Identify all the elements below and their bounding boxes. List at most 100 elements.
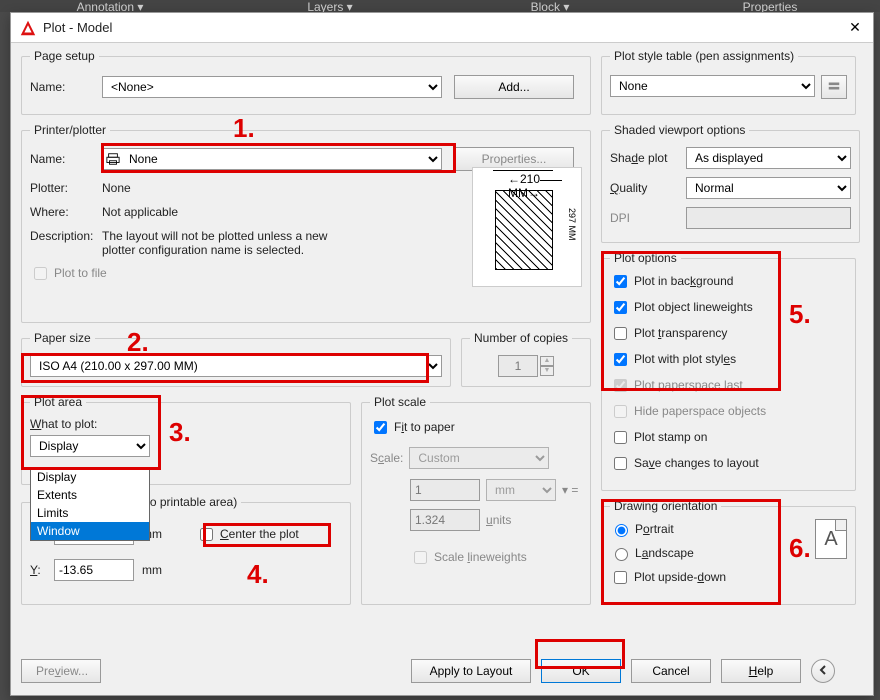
plot-to-file-label: Plot to file: [54, 266, 107, 280]
page-setup-name-label: Name:: [30, 80, 90, 94]
plot-tr-label: Plot transparency: [634, 326, 727, 340]
plotter-label: Plotter:: [30, 181, 90, 195]
plot-lw-label: Plot object lineweights: [634, 300, 753, 314]
plot-ps-label: Plot with plot styles: [634, 352, 736, 366]
dpi-label: DPI: [610, 211, 678, 225]
window-title: Plot - Model: [43, 20, 845, 35]
plot-save-label: Save changes to layout: [634, 456, 759, 470]
plot-lw-checkbox[interactable]: [614, 301, 627, 314]
option-limits[interactable]: Limits: [31, 504, 149, 522]
paper-size-legend: Paper size: [30, 331, 95, 345]
desc-value: The layout will not be plotted unless a …: [102, 229, 360, 257]
fit-to-paper-label: Fit to paper: [394, 420, 455, 434]
titlebar: Plot - Model ✕: [11, 13, 873, 43]
scale-den-unit: units: [486, 513, 511, 527]
orientation-preview-icon: A: [815, 519, 847, 559]
paper-size-select[interactable]: ISO A4 (210.00 x 297.00 MM): [30, 355, 442, 377]
desc-label: Description:: [30, 229, 90, 257]
what-to-plot-label: What to plot:: [30, 417, 342, 431]
plot-save-checkbox[interactable]: [614, 457, 627, 470]
printer-legend: Printer/plotter: [30, 123, 110, 137]
autocad-logo-icon: [19, 19, 37, 37]
quality-label: Quality: [610, 181, 678, 195]
scale-unit-select: mm: [486, 479, 556, 501]
offset-y-input[interactable]: [54, 559, 134, 581]
page-setup-legend: Page setup: [30, 49, 99, 63]
offset-y-unit: mm: [142, 563, 162, 577]
where-label: Where:: [30, 205, 90, 219]
center-plot-label: Center the plot: [220, 527, 299, 541]
copies-input: [498, 355, 538, 377]
scale-den-input: [410, 509, 480, 531]
copies-legend: Number of copies: [470, 331, 572, 345]
cancel-button[interactable]: Cancel: [631, 659, 711, 683]
offset-y-label: Y:: [30, 563, 46, 577]
upside-label: Plot upside-down: [634, 570, 726, 584]
copies-group: Number of copies ▲▼: [461, 331, 591, 387]
portrait-label: Portrait: [635, 522, 674, 536]
scale-lineweights-checkbox: [414, 551, 427, 564]
plot-style-edit-button[interactable]: [821, 75, 847, 99]
scale-num-input: [410, 479, 480, 501]
what-to-plot-dropdown-list[interactable]: Display Extents Limits Window: [30, 467, 150, 541]
dpi-input: [686, 207, 851, 229]
plot-area-legend: Plot area: [30, 395, 86, 409]
plotter-value: None: [102, 181, 131, 195]
plot-last-checkbox: [614, 379, 627, 392]
preview-height-label: 297 MM: [567, 208, 577, 241]
scale-label: Scale:: [370, 451, 403, 465]
plot-dialog: Plot - Model ✕ Page setup Name: <None> A…: [10, 12, 874, 696]
background-ribbon: Annotation ▾ Layers ▾ Block ▾ Properties: [0, 0, 880, 12]
help-button[interactable]: Help: [721, 659, 801, 683]
shaded-group: Shaded viewport options Shade plot As di…: [601, 123, 860, 243]
plot-style-select[interactable]: None: [610, 75, 815, 97]
plot-stamp-checkbox[interactable]: [614, 431, 627, 444]
preview-button: Preview...: [21, 659, 101, 683]
upside-checkbox[interactable]: [614, 571, 627, 584]
add-button[interactable]: Add...: [454, 75, 574, 99]
paper-preview: ←210 MM→ 297 MM: [472, 167, 582, 287]
chevron-left-icon: [817, 664, 829, 679]
plot-scale-group: Plot scale Fit to paper Scale: Custom mm…: [361, 395, 591, 605]
shade-plot-select[interactable]: As displayed: [686, 147, 851, 169]
plot-options-legend: Plot options: [610, 251, 681, 265]
landscape-radio[interactable]: [615, 548, 628, 561]
plot-options-group: Plot options Plot in background Plot obj…: [601, 251, 856, 491]
printer-icon: [106, 152, 120, 166]
plot-hide-label: Hide paperspace objects: [634, 404, 766, 418]
shade-plot-label: Shade plot: [610, 151, 678, 165]
plot-bg-label: Plot in background: [634, 274, 733, 288]
what-to-plot-select[interactable]: Display: [30, 435, 150, 457]
plot-ps-checkbox[interactable]: [614, 353, 627, 366]
pen-table-icon: [827, 82, 841, 96]
quality-select[interactable]: Normal: [686, 177, 851, 199]
plot-scale-legend: Plot scale: [370, 395, 430, 409]
option-display[interactable]: Display: [31, 468, 149, 486]
fit-to-paper-checkbox[interactable]: [374, 421, 387, 434]
page-setup-group: Page setup Name: <None> Add...: [21, 49, 591, 115]
ok-button[interactable]: OK: [541, 659, 621, 683]
option-extents[interactable]: Extents: [31, 486, 149, 504]
plot-bg-checkbox[interactable]: [614, 275, 627, 288]
portrait-radio[interactable]: [615, 524, 628, 537]
printer-name-select[interactable]: None: [102, 148, 442, 170]
apply-to-layout-button[interactable]: Apply to Layout: [411, 659, 531, 683]
scale-lineweights-label: Scale lineweights: [434, 550, 527, 564]
plot-tr-checkbox[interactable]: [614, 327, 627, 340]
where-value: Not applicable: [102, 205, 178, 219]
printer-group: Printer/plotter Name: None Properties...…: [21, 123, 591, 323]
landscape-label: Landscape: [635, 546, 694, 560]
plot-stamp-label: Plot stamp on: [634, 430, 707, 444]
shaded-legend: Shaded viewport options: [610, 123, 749, 137]
center-plot-checkbox[interactable]: [200, 528, 213, 541]
orientation-legend: Drawing orientation: [610, 499, 721, 513]
page-setup-name-select[interactable]: <None>: [102, 76, 442, 98]
scale-select: Custom: [409, 447, 549, 469]
plot-style-legend: Plot style table (pen assignments): [610, 49, 798, 63]
option-window[interactable]: Window: [31, 522, 149, 540]
collapse-button[interactable]: [811, 659, 835, 683]
close-icon[interactable]: ✕: [845, 18, 865, 38]
plot-last-label: Plot paperspace last: [634, 378, 743, 392]
paper-size-group: Paper size ISO A4 (210.00 x 297.00 MM): [21, 331, 451, 387]
copies-spinner: ▲▼: [540, 356, 554, 376]
